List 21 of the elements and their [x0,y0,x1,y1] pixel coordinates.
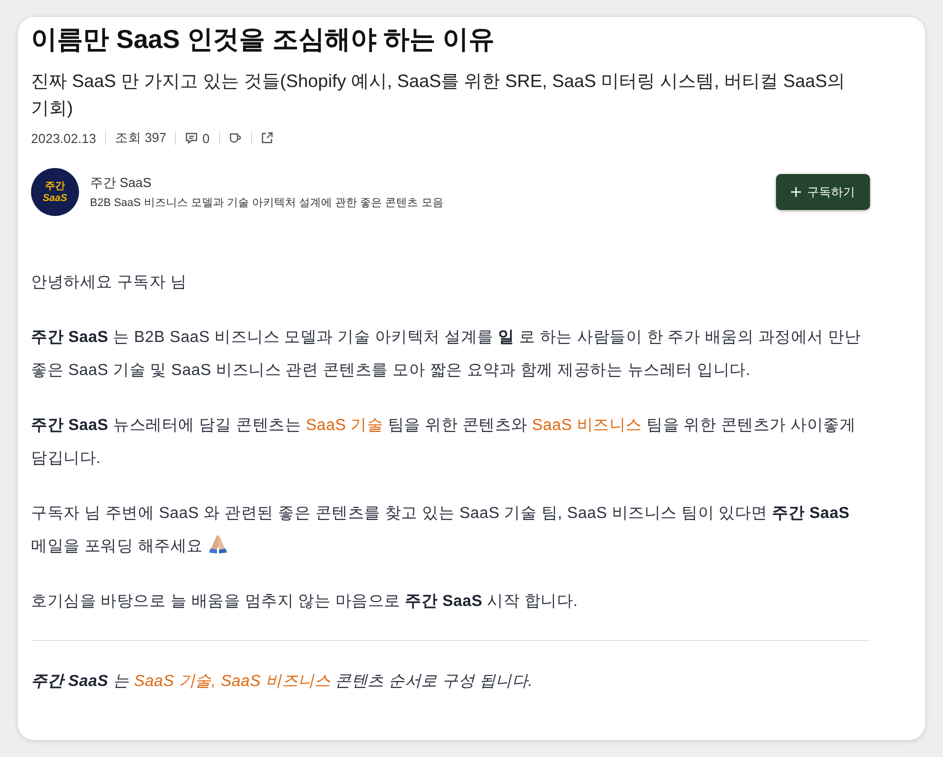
plus-icon [791,187,801,197]
article-title: 이름만 SaaS 인것을 조심해야 하는 이유 [31,23,496,56]
praying-hands-icon [208,534,228,554]
paragraph: 주간 SaaS 뉴스레터에 담길 콘텐츠는 SaaS 기술 팀을 위한 콘텐츠와 SaaS 비즈니스 팀을 위한 콘텐츠가 사이좋게 담깁니다. [31,416,857,469]
article-subtitle: 진짜 SaaS 만 가지고 있는 것들(Shopify 예시, SaaS를 위한 SRE, SaaS 미터링 시스템, 버티컬 SaaS의 기회) [31,70,846,120]
comment-count: 0 [202,130,210,146]
logo-text: 주간 [45,180,65,192]
comment-icon [185,132,198,144]
paragraph: 구독자 님 주변에 SaaS 와 관련된 좋은 콘텐츠를 찾고 있는 SaaS 기술 팀, SaaS 비즈니스 팀이 있다면 주간 SaaS 메일을 포워딩 해주세요 [31,504,851,557]
paragraph: 주간 SaaS 는 B2B SaaS 비즈니스 모델과 기술 아키텍처 설계를 일 로 하는 사람들이 한 주가 배움의 과정에서 만난 좋은 SaaS 기술 및 SaaS 비즈니스 관련 콘텐츠를 모아 짧은 요약과 함께 제공하는 뉴스레터 입니다. [31,328,862,381]
external-link-icon[interactable] [260,132,273,144]
logo-text: SaaS [42,192,68,204]
subscribe-button[interactable]: 구독하기 [776,174,870,210]
view-count: 조회 397 [115,129,166,147]
publisher-name: 주간 SaaS [90,174,152,190]
mug-icon[interactable] [228,132,242,144]
paragraph: 안녕하세요 구독자 님 [31,273,188,293]
note-text: 주간 SaaS 는 SaaS 기술, SaaS 비즈니스 콘텐츠 순서로 구성 됩니다. [31,672,534,692]
publisher-description: B2B SaaS 비즈니스 모델과 기술 아키텍처 설계에 관한 좋은 콘텐츠 모음 [90,196,444,210]
paragraph: 호기심을 바탕으로 늘 배움을 멈추지 않는 마음으로 주간 SaaS 시작 합니다. [31,592,579,612]
publish-date: 2023.02.13 [31,130,96,146]
